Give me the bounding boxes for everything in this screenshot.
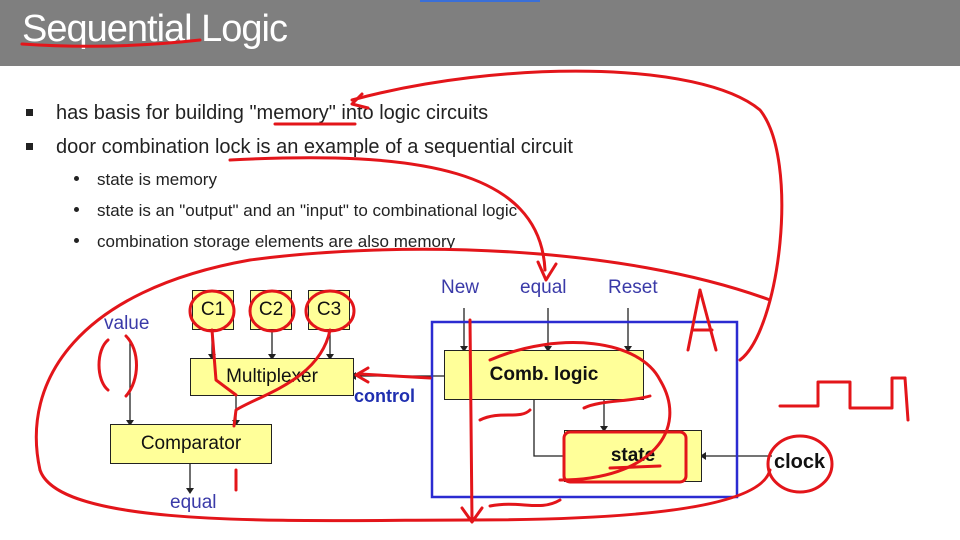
memory-arrow-curve (350, 69, 784, 362)
comb-circle-stroke (488, 341, 672, 482)
outer-loop-bottom (38, 468, 772, 523)
pen-annotation-layer (20, 38, 910, 524)
title-underline-stroke (20, 38, 202, 48)
circle-c3 (304, 289, 356, 333)
clock-circle (766, 434, 834, 494)
control-arrow-stroke (358, 372, 432, 380)
annotation-letter (686, 288, 718, 352)
clock-waveform (778, 376, 907, 410)
state-underline (608, 464, 662, 470)
new-down-stroke (468, 318, 474, 522)
equal-arrow-curve (228, 156, 547, 272)
value-arrow-marks (97, 334, 138, 398)
circle-c2 (248, 289, 296, 333)
circle-c1 (188, 289, 236, 333)
open-scribble (488, 498, 562, 508)
outer-loop-curve (34, 247, 772, 472)
state-highlight (562, 430, 688, 484)
